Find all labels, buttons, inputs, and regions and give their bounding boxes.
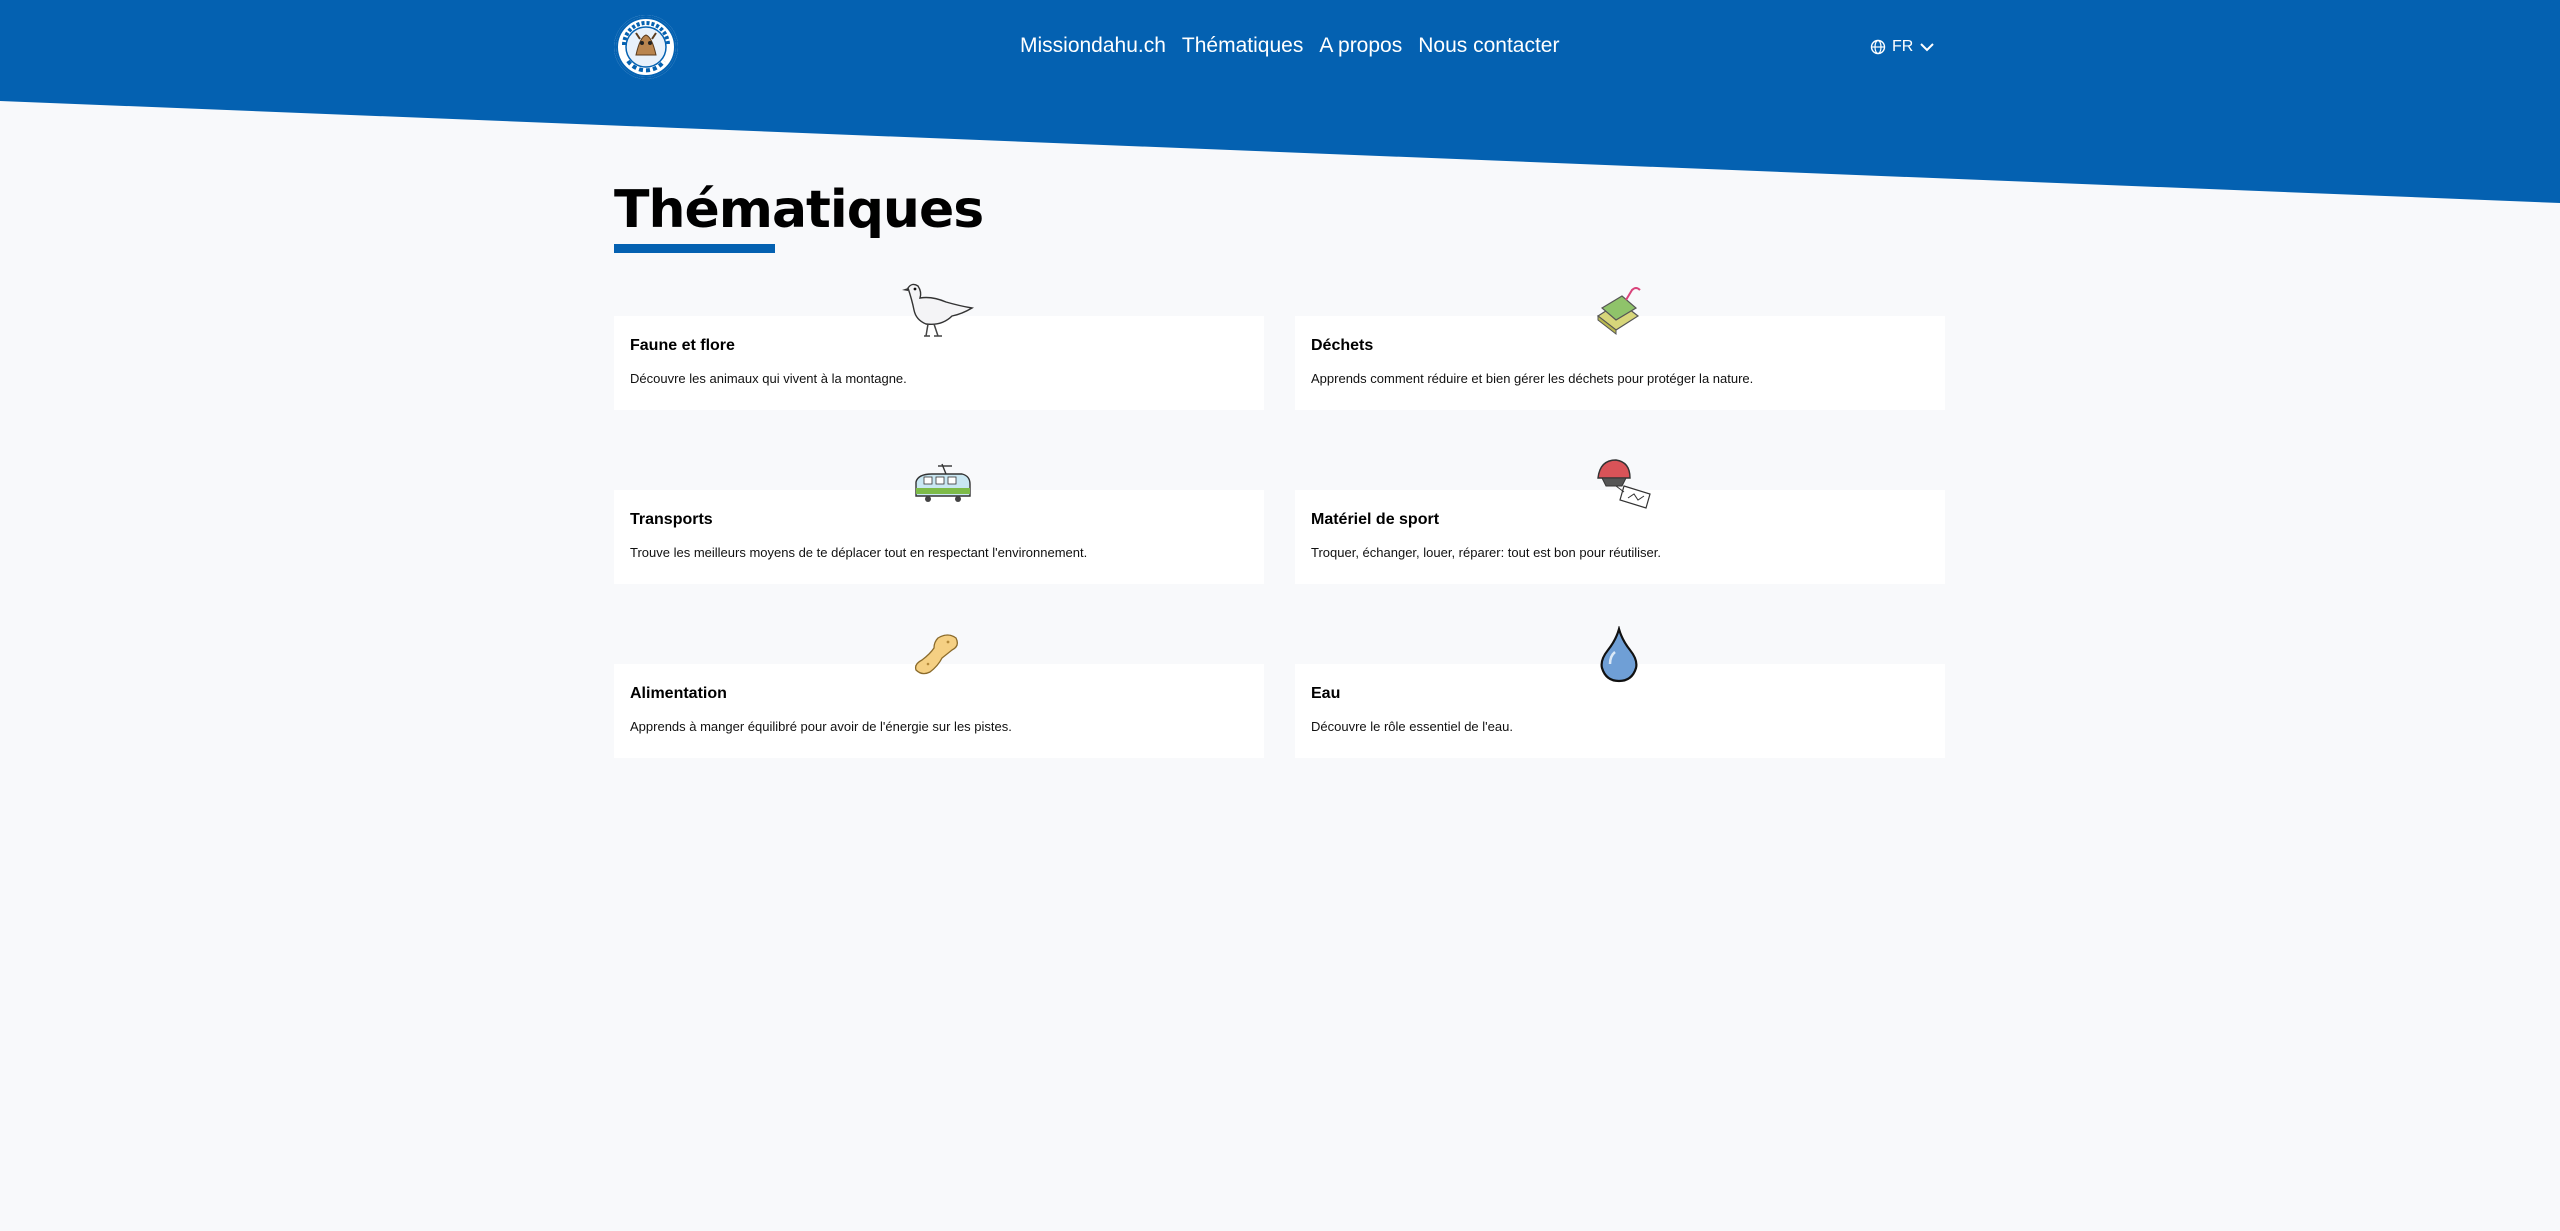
page: Missiondahu.ch Thématiques A propos Nous… (0, 0, 2560, 1231)
card-title: Déchets (1311, 337, 1374, 354)
card-description: Découvre les animaux qui vivent à la mon… (630, 371, 907, 386)
nav-a-propos[interactable]: A propos (1319, 34, 1402, 58)
card-description: Apprends comment réduire et bien gérer l… (1311, 371, 1754, 386)
food-icon (914, 634, 958, 675)
missiondahu-logo[interactable] (614, 15, 678, 79)
site-header: Missiondahu.ch Thématiques A propos Nous… (0, 0, 2560, 102)
language-selector[interactable]: FR (1870, 38, 1935, 56)
logo-icon (616, 17, 676, 77)
card-description: Trouve les meilleurs moyens de te déplac… (630, 545, 1088, 560)
juice-box-icon (1596, 287, 1641, 336)
card-title: Eau (1311, 685, 1341, 702)
chevron-down-icon (1920, 43, 1935, 52)
language-label: FR (1892, 38, 1914, 55)
nav-missiondahu[interactable]: Missiondahu.ch (1020, 34, 1166, 58)
train-icon (915, 463, 971, 502)
card-title: Matériel de sport (1311, 511, 1440, 528)
card-description: Découvre le rôle essentiel de l'eau. (1311, 719, 1513, 734)
helmet-icon (1597, 459, 1651, 509)
nav-thematiques[interactable]: Thématiques (1182, 34, 1303, 58)
card-title: Transports (630, 511, 713, 528)
main-nav: Missiondahu.ch Thématiques A propos Nous… (1020, 34, 1559, 58)
card-description: Apprends à manger équilibré pour avoir d… (630, 719, 1012, 734)
title-underline (614, 244, 775, 253)
globe-icon (1870, 39, 1886, 55)
card-alimentation[interactable]: Alimentation Apprends à manger équilibré… (614, 664, 1264, 758)
bird-icon (902, 283, 974, 337)
nav-nous-contacter[interactable]: Nous contacter (1418, 34, 1559, 58)
card-description: Troquer, échanger, louer, réparer: tout … (1311, 545, 1662, 560)
page-title: Thématiques (614, 180, 984, 240)
water-drop-icon (1600, 626, 1638, 683)
card-title: Alimentation (630, 685, 727, 702)
